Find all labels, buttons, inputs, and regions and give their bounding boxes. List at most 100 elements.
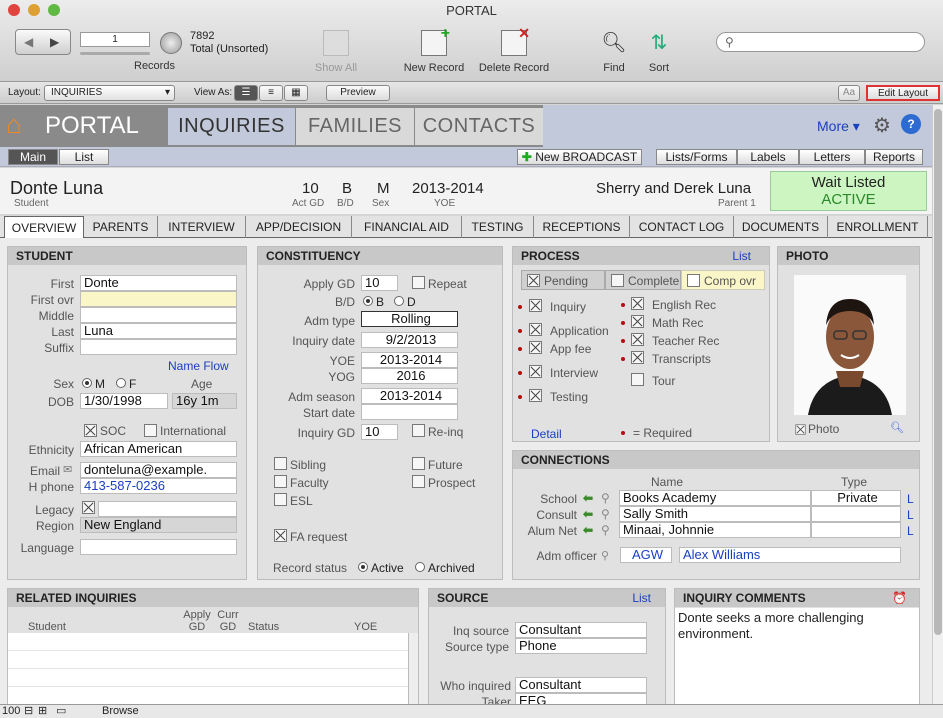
pending-checkbox[interactable]	[527, 274, 540, 287]
process-checkbox[interactable]	[529, 365, 542, 378]
first-name-field[interactable]: Donte	[80, 275, 237, 291]
connection-link[interactable]: L	[907, 508, 914, 522]
sibling-checkbox[interactable]	[274, 457, 287, 470]
adm-officer-code-field[interactable]: AGW	[620, 547, 672, 563]
related-inquiries-list[interactable]	[8, 633, 408, 709]
h-phone-field[interactable]: 413-587-0236	[80, 478, 237, 494]
adm-season-field[interactable]: 2013-2014	[361, 388, 458, 404]
comp-ovr-toggle[interactable]: Comp ovr	[681, 270, 765, 290]
source-type-field[interactable]: Phone	[515, 638, 647, 654]
first-ovr-field[interactable]	[80, 291, 237, 307]
photo-checkbox[interactable]	[795, 424, 806, 435]
zoom-level[interactable]: 100	[2, 705, 20, 717]
connection-name-field[interactable]: Books Academy	[619, 490, 811, 506]
next-record-icon[interactable]: ▶	[50, 35, 59, 49]
process-checkbox[interactable]	[529, 323, 542, 336]
view-table-button[interactable]: ▦	[284, 85, 308, 101]
labels-button[interactable]: Labels	[737, 149, 799, 165]
connection-type-field[interactable]	[811, 522, 901, 538]
green-arrow-icon[interactable]: ⬅	[583, 491, 593, 505]
legacy-field[interactable]	[98, 501, 237, 517]
delete-record-button[interactable]: ✕ Delete Record	[475, 25, 553, 74]
mode-indicator[interactable]: Browse	[102, 705, 139, 717]
preview-button[interactable]: Preview	[326, 85, 390, 101]
tab-documents[interactable]: DOCUMENTS	[734, 216, 828, 238]
green-arrow-icon[interactable]: ⬅	[583, 523, 593, 537]
record-navigator[interactable]: ◀ ▶	[15, 29, 71, 55]
lists-forms-button[interactable]: Lists/Forms	[656, 149, 737, 165]
complete-checkbox[interactable]	[611, 274, 624, 287]
process-detail-link[interactable]: Detail	[531, 427, 562, 441]
adm-type-field[interactable]: Rolling	[361, 311, 458, 327]
process-checkbox[interactable]	[631, 333, 644, 346]
tab-testing[interactable]: TESTING	[462, 216, 534, 238]
inquiry-gd-field[interactable]: 10	[361, 424, 398, 440]
layout-select[interactable]: INQUIRIES ▾	[44, 85, 175, 101]
envelope-icon[interactable]: ✉	[63, 463, 72, 476]
process-list-link[interactable]: List	[732, 247, 751, 265]
paperclip-icon[interactable]: ⚲	[601, 523, 610, 537]
green-arrow-icon[interactable]: ⬅	[583, 507, 593, 521]
fa-request-checkbox[interactable]	[274, 529, 287, 542]
paperclip-icon[interactable]: ⚲	[601, 507, 610, 521]
connection-name-field[interactable]: Sally Smith	[619, 506, 811, 522]
new-broadcast-button[interactable]: ✚ New BROADCAST	[517, 149, 642, 165]
new-record-button[interactable]: + New Record	[400, 25, 468, 74]
show-all-button[interactable]: Show All	[306, 30, 366, 74]
process-checkbox[interactable]	[631, 315, 644, 328]
apply-gd-field[interactable]: 10	[361, 275, 398, 291]
tab-overview[interactable]: OVERVIEW	[4, 216, 84, 238]
gear-icon[interactable]: ⚙	[873, 113, 891, 138]
email-field[interactable]: donteluna@example.	[80, 462, 237, 478]
tab-enrollment[interactable]: ENROLLMENT	[828, 216, 928, 238]
zoom-in-icon[interactable]: ⊞	[38, 704, 47, 717]
help-icon[interactable]: ?	[901, 114, 921, 134]
status-area-toggle-icon[interactable]: ▭	[56, 704, 66, 717]
process-checkbox[interactable]	[529, 389, 542, 402]
record-slider[interactable]	[80, 52, 150, 55]
inq-source-field[interactable]: Consultant	[515, 622, 647, 638]
process-checkbox[interactable]	[631, 373, 644, 386]
esl-checkbox[interactable]	[274, 493, 287, 506]
view-list-button[interactable]: ≡	[259, 85, 283, 101]
tab-app-decision[interactable]: APP/DECISION	[246, 216, 352, 238]
tab-contact-log[interactable]: CONTACT LOG	[630, 216, 734, 238]
ethnicity-field[interactable]: African American	[80, 441, 237, 457]
last-name-field[interactable]: Luna	[80, 323, 237, 339]
repeat-checkbox[interactable]	[412, 276, 425, 289]
name-flow-link[interactable]: Name Flow	[168, 359, 229, 373]
connection-name-field[interactable]: Minaai, Johnnie	[619, 522, 811, 538]
dob-field[interactable]: 1/30/1998	[80, 393, 168, 409]
tab-parents[interactable]: PARENTS	[84, 216, 158, 238]
prospect-checkbox[interactable]	[412, 475, 425, 488]
start-date-field[interactable]	[361, 404, 458, 420]
sex-f-radio[interactable]	[116, 378, 126, 388]
source-list-link[interactable]: List	[632, 589, 651, 607]
quick-find-input[interactable]: ⚲	[716, 32, 925, 52]
main-scrollbar[interactable]	[932, 105, 943, 704]
tab-financial-aid[interactable]: FINANCIAL AID	[352, 216, 462, 238]
sex-m-radio[interactable]	[82, 378, 92, 388]
bd-d-radio[interactable]	[394, 296, 404, 306]
more-menu[interactable]: More ▾	[817, 118, 860, 135]
previous-record-icon[interactable]: ◀	[24, 35, 33, 49]
inquiry-date-field[interactable]: 9/2/2013	[361, 332, 458, 348]
process-checkbox[interactable]	[529, 341, 542, 354]
view-form-button[interactable]: ☰	[234, 85, 258, 101]
alarm-clock-icon[interactable]: ⏰	[892, 589, 907, 607]
tab-receptions[interactable]: RECEPTIONS	[534, 216, 630, 238]
comp-ovr-checkbox[interactable]	[687, 274, 700, 287]
inquiry-comments-text[interactable]: Donte seeks a more challenging environme…	[675, 608, 919, 708]
tab-contacts[interactable]: CONTACTS	[415, 108, 543, 145]
main-view-button[interactable]: Main	[8, 149, 58, 165]
middle-name-field[interactable]	[80, 307, 237, 323]
bd-b-radio[interactable]	[363, 296, 373, 306]
yoe-field[interactable]: 2013-2014	[361, 352, 458, 368]
paperclip-icon[interactable]: ⚲	[601, 549, 609, 562]
re-inq-checkbox[interactable]	[412, 424, 425, 437]
connection-type-field[interactable]	[811, 506, 901, 522]
text-format-button[interactable]: Aa	[838, 85, 860, 101]
region-field[interactable]: New England	[80, 517, 237, 533]
tab-interview[interactable]: INTERVIEW	[158, 216, 246, 238]
faculty-checkbox[interactable]	[274, 475, 287, 488]
